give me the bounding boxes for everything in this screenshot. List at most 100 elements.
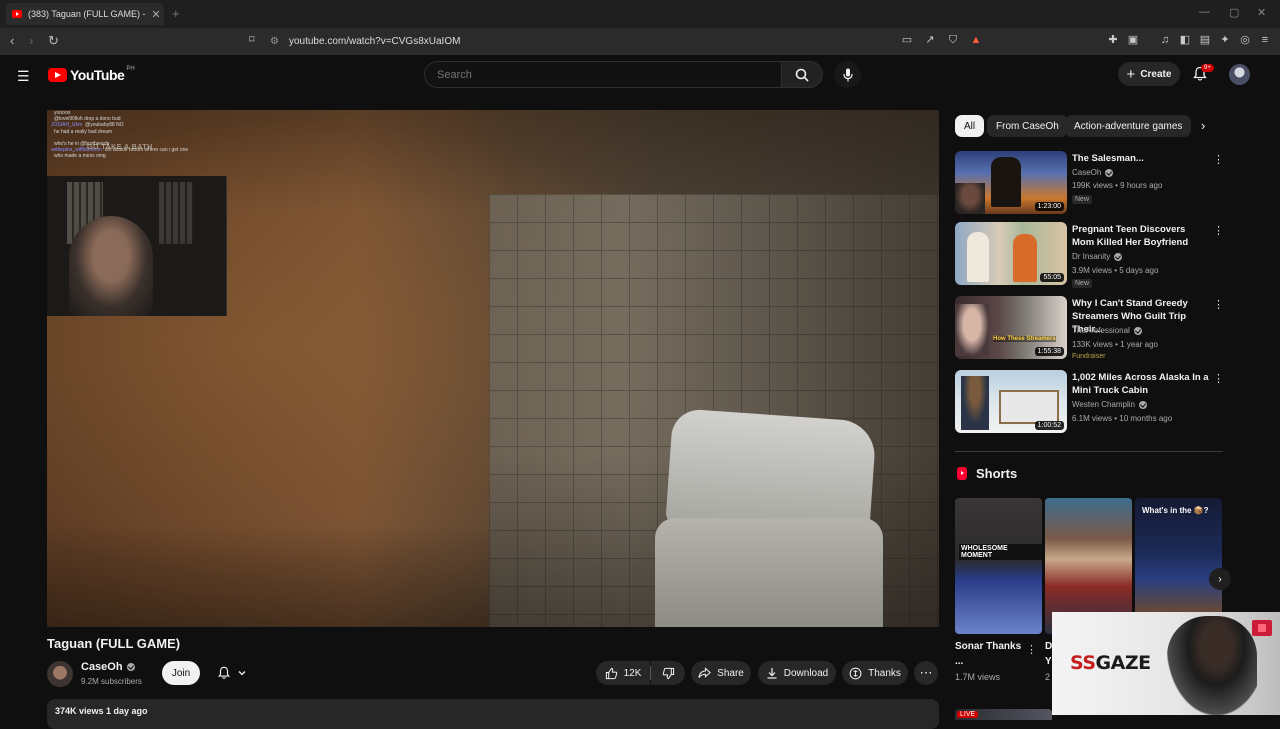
- search-icon: [795, 68, 809, 82]
- webcam-window-right: [159, 182, 193, 244]
- video-description-box[interactable]: 374K views 1 day ago: [47, 699, 939, 729]
- brave-shield-icon[interactable]: ⛉: [946, 33, 960, 47]
- video-channel[interactable]: CaseOh: [1072, 168, 1114, 177]
- address-bar[interactable]: ⚙ youtube.com/watch?v=CVGs8xUaIOM: [270, 31, 990, 51]
- thumbnail-caption: How These Streamers: [993, 336, 1056, 342]
- video-title[interactable]: Pregnant Teen Discovers Mom Killed Her B…: [1072, 223, 1210, 249]
- voice-search-button[interactable]: [834, 61, 861, 88]
- share-button[interactable]: Share: [691, 661, 751, 685]
- tab-search-icon[interactable]: ▤: [1198, 33, 1212, 47]
- vpn-icon[interactable]: ◎: [1238, 33, 1252, 47]
- new-badge: New: [1072, 279, 1093, 288]
- brave-rewards-icon[interactable]: ▲: [969, 33, 983, 47]
- ai-assistant-icon[interactable]: ✦: [1218, 33, 1232, 47]
- close-window-icon[interactable]: ✕: [1257, 6, 1266, 19]
- maximize-window-icon[interactable]: ▢: [1229, 6, 1239, 19]
- video-title[interactable]: 1,002 Miles Across Alaska In a Mini Truc…: [1072, 371, 1210, 397]
- search-input[interactable]: [424, 61, 782, 88]
- youtube-logo[interactable]: YouTube PH: [48, 66, 135, 83]
- url-text: youtube.com/watch?v=CVGs8xUaIOM: [288, 35, 461, 47]
- share-page-icon[interactable]: ↗: [923, 33, 937, 47]
- stream-chat-overlay: yooooo @lovel90lloh drop a dono bud JOSI…: [51, 110, 231, 160]
- chip-all[interactable]: All: [955, 115, 985, 137]
- browser-tab-bar: [0, 0, 1280, 28]
- more-vertical-icon[interactable]: ⋮: [1213, 372, 1224, 385]
- video-duration: 55:05: [1040, 273, 1064, 282]
- more-vertical-icon[interactable]: ⋮: [1213, 224, 1224, 237]
- subscription-bell-button[interactable]: [210, 661, 254, 685]
- like-button[interactable]: 12K: [596, 661, 650, 685]
- overlay-ad[interactable]: SSGAZE: [1052, 612, 1280, 715]
- wallet-icon[interactable]: ▣: [1126, 33, 1140, 47]
- account-avatar[interactable]: [1229, 64, 1250, 85]
- video-channel[interactable]: Westen Champlin: [1072, 400, 1147, 409]
- more-vertical-icon[interactable]: ⋮: [1213, 298, 1224, 311]
- short-overlay-text: What's in the 📦?: [1142, 506, 1209, 515]
- youtube-favicon-icon: [12, 10, 22, 18]
- join-button[interactable]: Join: [162, 661, 200, 685]
- guide-menu-icon[interactable]: ☰: [17, 68, 30, 85]
- recommended-video[interactable]: 1:23:00 The Salesman... CaseOh 199K view…: [955, 151, 1225, 217]
- video-thumbnail[interactable]: How These Streamers 1:55:38: [955, 296, 1067, 359]
- shorts-heading-text: Shorts: [976, 466, 1018, 481]
- dislike-button[interactable]: [651, 661, 685, 685]
- video-channel[interactable]: TheProfessional: [1072, 326, 1142, 335]
- thumbnail-face: [955, 183, 985, 214]
- channel-name-text: Dr Insanity: [1072, 252, 1111, 261]
- video-thumbnail[interactable]: 1:23:00: [955, 151, 1067, 214]
- chat-line: who made a mess omg: [54, 153, 106, 160]
- more-vertical-icon[interactable]: ⋮: [1213, 153, 1224, 166]
- channel-name[interactable]: CaseOh: [81, 661, 135, 673]
- video-thumbnail[interactable]: 55:05: [955, 222, 1067, 285]
- shorts-next-button[interactable]: ›: [1209, 568, 1231, 590]
- channel-name-text: CaseOh: [1072, 168, 1102, 177]
- short-overlay-text: WHOLESOME MOMENT: [959, 544, 1042, 560]
- more-actions-button[interactable]: ⋯: [914, 661, 938, 685]
- video-thumbnail[interactable]: 1:00:52: [955, 370, 1067, 433]
- browser-menu-icon[interactable]: ≡: [1258, 33, 1272, 47]
- tab-close-icon[interactable]: ✕: [148, 8, 164, 21]
- video-channel[interactable]: Dr Insanity: [1072, 252, 1123, 261]
- recommended-video[interactable]: 1:00:52 1,002 Miles Across Alaska In a M…: [955, 370, 1225, 436]
- minimize-window-icon[interactable]: —: [1199, 6, 1210, 18]
- thumbnail-figure: [991, 157, 1021, 207]
- short-views: 1.7M views: [955, 672, 1001, 682]
- forward-icon[interactable]: ›: [29, 33, 33, 48]
- chips-next-icon[interactable]: ›: [1201, 118, 1205, 133]
- video-player[interactable]: yooooo @lovel90lloh drop a dono bud JOSI…: [47, 110, 939, 627]
- video-duration: 1:23:00: [1034, 202, 1064, 211]
- plus-icon: +: [1126, 65, 1136, 83]
- search-button[interactable]: [781, 61, 823, 88]
- recommended-video[interactable]: How These Streamers 1:55:38 Why I Can't …: [955, 296, 1225, 362]
- recommended-video[interactable]: 55:05 Pregnant Teen Discovers Mom Killed…: [955, 222, 1225, 288]
- chip-from-caseoh[interactable]: From CaseOh: [987, 115, 1068, 137]
- extensions-icon[interactable]: ✚: [1106, 33, 1120, 47]
- ad-close-icon[interactable]: [1252, 620, 1272, 636]
- live-badge: LIVE: [957, 711, 979, 718]
- chip-action-adventure-games[interactable]: Action-adventure games: [1065, 115, 1192, 137]
- sidebar-icon[interactable]: ◧: [1178, 33, 1192, 47]
- ad-brand-logo: SSGAZE: [1070, 652, 1151, 674]
- reload-icon[interactable]: ↻: [48, 33, 59, 49]
- browser-tab[interactable]: (383) Taguan (FULL GAME) - You ✕: [6, 3, 164, 25]
- streamer-face: [69, 216, 153, 316]
- shorts-icon: [957, 467, 967, 480]
- video-frame-toilet-base: [655, 518, 883, 627]
- short-title[interactable]: Sonar Thanks ...: [955, 639, 1025, 669]
- video-title[interactable]: The Salesman...: [1072, 152, 1210, 165]
- thanks-button[interactable]: Thanks: [842, 661, 908, 685]
- channel-name-text: CaseOh: [81, 661, 123, 673]
- verified-icon: [1114, 252, 1123, 261]
- bookmark-icon[interactable]: ⌑: [249, 33, 255, 46]
- channel-avatar[interactable]: [47, 661, 73, 687]
- more-vertical-icon[interactable]: ⋮: [1026, 643, 1037, 656]
- music-icon[interactable]: ♫: [1158, 33, 1172, 47]
- notification-count-badge: 9+: [1201, 64, 1214, 72]
- back-icon[interactable]: ‹: [10, 33, 14, 48]
- download-button[interactable]: Download: [758, 661, 836, 685]
- new-tab-button[interactable]: +: [172, 6, 180, 21]
- short-thumbnail[interactable]: WHOLESOME MOMENT: [955, 498, 1042, 634]
- site-info-icon[interactable]: ⚙: [270, 36, 279, 47]
- create-button[interactable]: + Create: [1118, 62, 1180, 86]
- cast-icon[interactable]: ▭: [900, 33, 914, 47]
